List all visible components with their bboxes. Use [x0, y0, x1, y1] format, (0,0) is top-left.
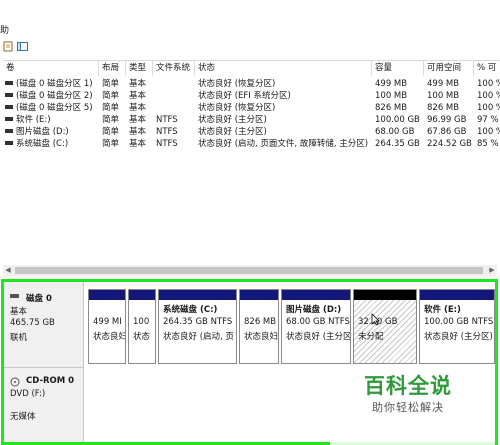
- capacity-cell: 499 MB: [375, 79, 408, 89]
- type-cell: 基本: [129, 127, 147, 137]
- free-cell: 224.52 GB: [427, 139, 472, 149]
- status-cell: 状态良好 (启动, 页面文件, 故障转储, 主分区): [198, 139, 369, 149]
- toolbar: [0, 38, 500, 55]
- volume-icon: [5, 92, 13, 97]
- volume-name: 系统磁盘 (C:): [16, 139, 69, 149]
- volume-icon: [5, 140, 13, 145]
- layout-cell: 简单: [102, 115, 120, 125]
- percent-cell: 97 %: [477, 115, 499, 125]
- percent-cell: 85 %: [477, 139, 499, 149]
- volume-icon: [5, 104, 13, 109]
- volume-icon: [5, 116, 13, 121]
- col-capacity[interactable]: 容量: [372, 61, 424, 76]
- free-cell: 826 MB: [427, 103, 460, 113]
- window-view-icon[interactable]: [17, 41, 28, 52]
- status-cell: 状态良好 (EFI 系统分区): [198, 91, 291, 101]
- col-layout[interactable]: 布局: [99, 61, 126, 76]
- percent-cell: 100 %: [477, 91, 500, 101]
- col-filesystem[interactable]: 文件系统: [153, 61, 195, 76]
- table-row[interactable]: (磁盘 0 磁盘分区 2) 简单 基本 状态良好 (EFI 系统分区) 100 …: [3, 90, 500, 102]
- volume-name: (磁盘 0 磁盘分区 5): [16, 103, 93, 113]
- free-cell: 100 MB: [427, 91, 460, 101]
- table-row[interactable]: (磁盘 0 磁盘分区 5) 简单 基本 状态良好 (恢复分区) 826 MB 8…: [3, 102, 500, 114]
- table-row[interactable]: 系统磁盘 (C:) 简单 基本 NTFS 状态良好 (启动, 页面文件, 故障转…: [3, 138, 500, 150]
- capacity-cell: 100.00 GB: [375, 115, 420, 125]
- col-free-space[interactable]: 可用空间: [424, 61, 474, 76]
- percent-cell: 100 %: [477, 103, 500, 113]
- volume-name: 软件 (E:): [16, 115, 51, 125]
- col-percent-free[interactable]: % 可: [474, 61, 500, 76]
- menu-bar: 助: [0, 18, 500, 36]
- type-cell: 基本: [129, 139, 147, 149]
- title-bar: [0, 0, 500, 16]
- volume-icon: [5, 128, 13, 133]
- watermark-title: 百科全说: [364, 374, 452, 398]
- table-row[interactable]: 图片磁盘 (D:) 简单 基本 NTFS 状态良好 (主分区) 68.00 GB…: [3, 126, 500, 138]
- col-status[interactable]: 状态: [195, 61, 372, 76]
- status-cell: 状态良好 (主分区): [198, 127, 267, 137]
- scroll-left-icon[interactable]: ◀: [3, 265, 13, 276]
- capacity-cell: 826 MB: [375, 103, 408, 113]
- layout-cell: 简单: [102, 91, 120, 101]
- horizontal-scrollbar[interactable]: ◀ ▶: [3, 265, 497, 276]
- status-cell: 状态良好 (恢复分区): [198, 79, 276, 89]
- layout-cell: 简单: [102, 79, 120, 89]
- free-cell: 96.99 GB: [427, 115, 467, 125]
- col-volume[interactable]: 卷: [3, 61, 99, 76]
- menu-item-help[interactable]: 助: [0, 23, 9, 36]
- percent-cell: 100 %: [477, 127, 500, 137]
- fs-cell: NTFS: [156, 127, 178, 137]
- layout-cell: 简单: [102, 139, 120, 149]
- table-row[interactable]: 软件 (E:) 简单 基本 NTFS 状态良好 (主分区) 100.00 GB …: [3, 114, 500, 126]
- status-cell: 状态良好 (恢复分区): [198, 103, 276, 113]
- watermark-subtitle: 助你轻松解决: [372, 401, 444, 414]
- free-cell: 67.86 GB: [427, 127, 467, 137]
- capacity-cell: 100 MB: [375, 91, 408, 101]
- capacity-cell: 264.35 GB: [375, 139, 420, 149]
- type-cell: 基本: [129, 115, 147, 125]
- type-cell: 基本: [129, 91, 147, 101]
- type-cell: 基本: [129, 79, 147, 89]
- fs-cell: NTFS: [156, 139, 178, 149]
- layout-cell: 简单: [102, 103, 120, 113]
- volume-list: 卷 布局 类型 文件系统 状态 容量 可用空间 % 可 (磁盘 0 磁盘分区 1…: [3, 60, 500, 257]
- scrollbar-thumb[interactable]: [15, 267, 483, 274]
- volume-name: 图片磁盘 (D:): [16, 127, 69, 137]
- volume-icon: [5, 80, 13, 85]
- status-cell: 状态良好 (主分区): [198, 115, 267, 125]
- type-cell: 基本: [129, 103, 147, 113]
- table-row[interactable]: (磁盘 0 磁盘分区 1) 简单 基本 状态良好 (恢复分区) 499 MB 4…: [3, 78, 500, 90]
- fs-cell: NTFS: [156, 115, 178, 125]
- free-cell: 499 MB: [427, 79, 460, 89]
- volume-name: (磁盘 0 磁盘分区 2): [16, 91, 93, 101]
- col-type[interactable]: 类型: [126, 61, 153, 76]
- properties-icon[interactable]: [3, 41, 14, 52]
- scroll-right-icon[interactable]: ▶: [487, 265, 497, 276]
- percent-cell: 100 %: [477, 79, 500, 89]
- capacity-cell: 68.00 GB: [375, 127, 415, 137]
- volume-name: (磁盘 0 磁盘分区 1): [16, 79, 93, 89]
- layout-cell: 简单: [102, 127, 120, 137]
